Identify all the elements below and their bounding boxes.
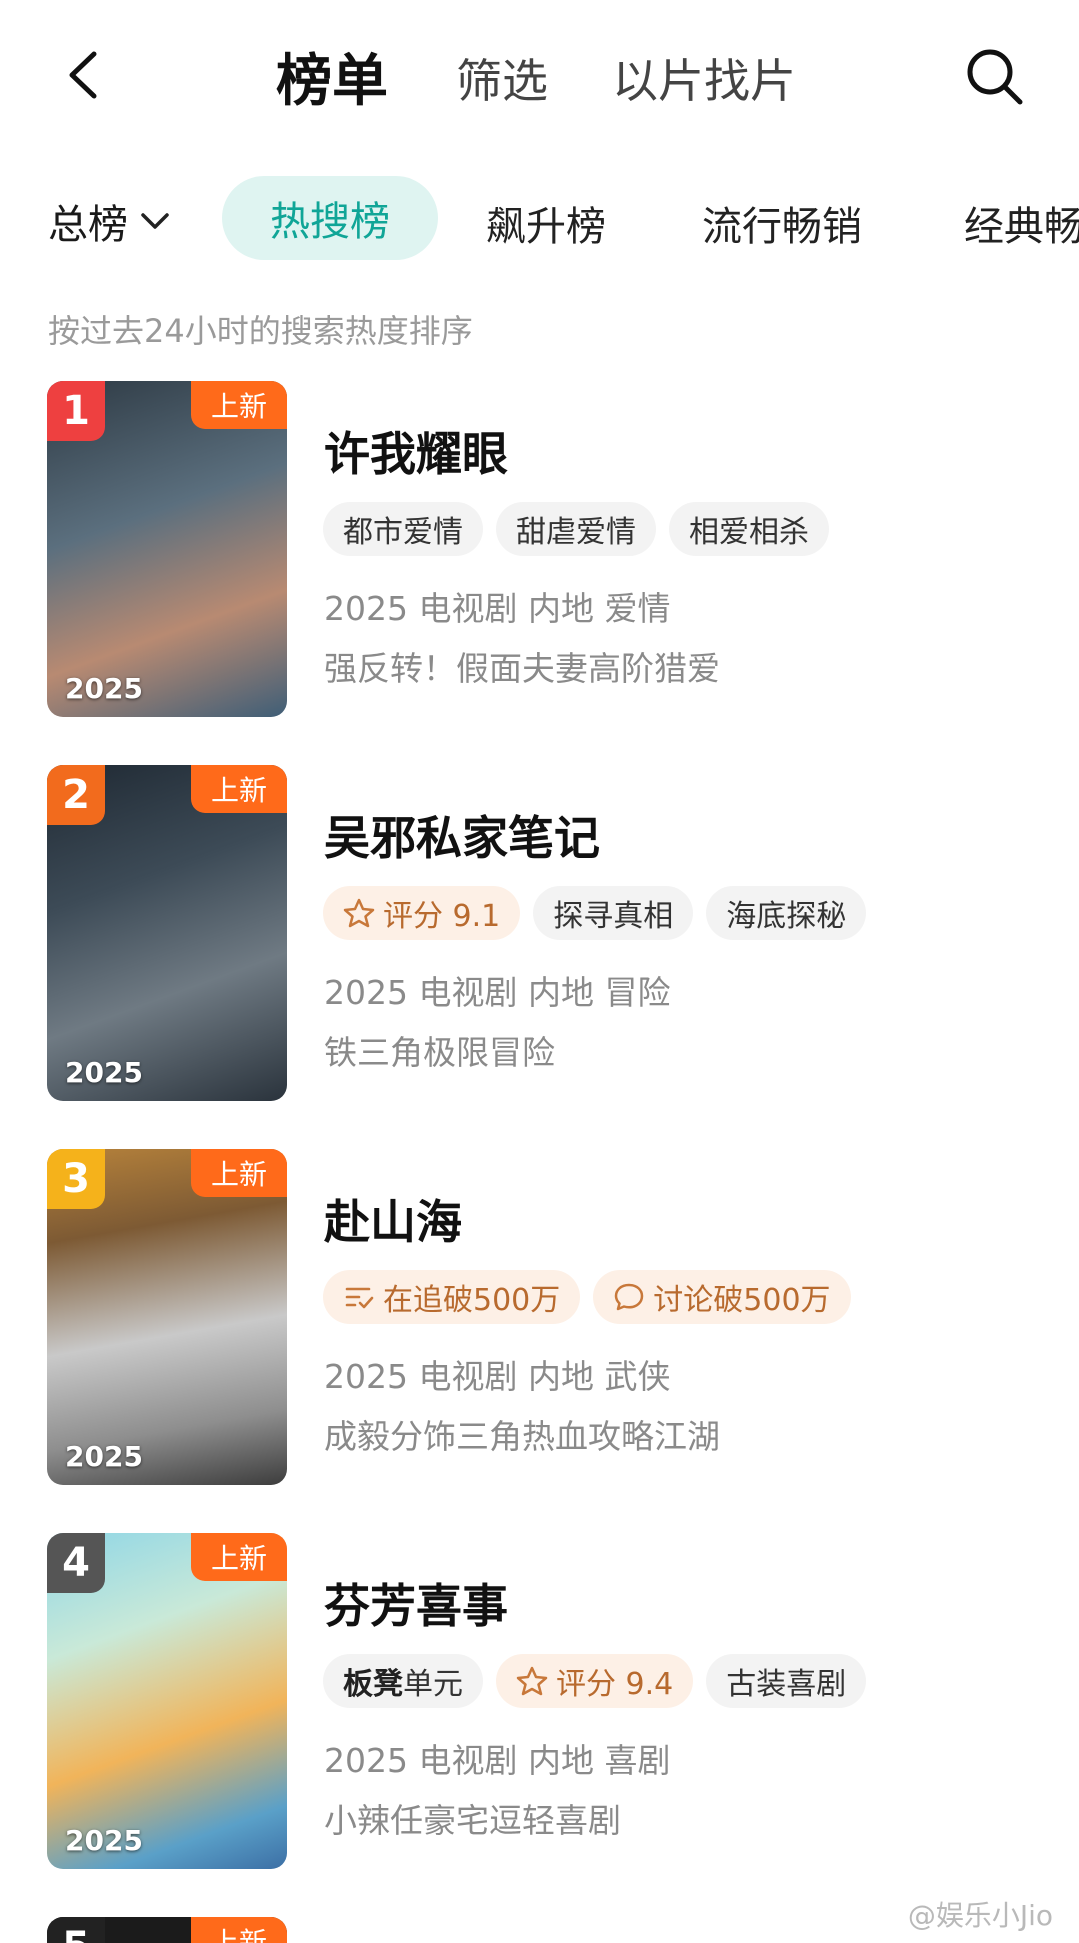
poster-year: 2025 bbox=[65, 1056, 143, 1089]
item-meta: 2025 电视剧 内地 爱情 bbox=[324, 589, 671, 628]
bench-unit-tag[interactable]: 板凳 单元 bbox=[323, 1654, 483, 1708]
back-arrow-icon[interactable] bbox=[60, 50, 110, 100]
search-icon[interactable] bbox=[962, 44, 1028, 110]
tab-find-by-film[interactable]: 以片找片 bbox=[612, 45, 796, 111]
rank-badge: 2 bbox=[47, 765, 105, 825]
total-ranking-dropdown[interactable]: 总榜 bbox=[48, 192, 170, 250]
item-title[interactable]: 芬芳喜事 bbox=[324, 1570, 508, 1636]
score-text: 评分 9.1 bbox=[383, 899, 501, 934]
rank-badge: 3 bbox=[47, 1149, 105, 1209]
item-desc: 铁三角极限冒险 bbox=[324, 1033, 555, 1072]
new-badge: 上新 bbox=[191, 765, 287, 813]
tag-list: 在追破500万 讨论破500万 bbox=[323, 1270, 851, 1324]
watermark: @娱乐小Jio bbox=[907, 1899, 1053, 1932]
total-ranking-label: 总榜 bbox=[48, 202, 128, 248]
discussion-tag[interactable]: 讨论破500万 bbox=[593, 1270, 851, 1324]
tag-list: 都市爱情 甜虐爱情 相爱相杀 bbox=[323, 502, 829, 556]
rank-badge: 5 bbox=[47, 1917, 105, 1943]
score-text: 评分 9.4 bbox=[556, 1667, 674, 1702]
category-rising[interactable]: 飙升榜 bbox=[486, 194, 606, 252]
chat-bubble-icon bbox=[615, 1283, 644, 1311]
following-tag[interactable]: 在追破500万 bbox=[323, 1270, 581, 1324]
category-popular[interactable]: 流行畅销 bbox=[702, 194, 862, 252]
following-text: 在追破500万 bbox=[383, 1283, 561, 1318]
tag-list: 评分 9.1 探寻真相 海底探秘 bbox=[323, 886, 867, 940]
item-title[interactable]: 吴邪私家笔记 bbox=[324, 802, 600, 868]
poster-year: 2025 bbox=[65, 1824, 143, 1857]
category-classic[interactable]: 经典畅 bbox=[964, 194, 1079, 252]
score-tag[interactable]: 评分 9.1 bbox=[323, 886, 521, 940]
tag[interactable]: 相爱相杀 bbox=[669, 502, 829, 556]
bench-unit-label: 单元 bbox=[403, 1667, 463, 1702]
item-meta: 2025 电视剧 内地 武侠 bbox=[324, 1357, 671, 1396]
new-badge: 上新 bbox=[191, 1149, 287, 1197]
rank-badge: 4 bbox=[47, 1533, 105, 1593]
poster-5[interactable]: 5 上新 bbox=[47, 1917, 287, 1943]
new-badge: 上新 bbox=[191, 381, 287, 429]
rank-badge: 1 bbox=[47, 381, 105, 441]
poster-year: 2025 bbox=[65, 672, 143, 705]
new-badge: 上新 bbox=[191, 1533, 287, 1581]
category-hot-search[interactable]: 热搜榜 bbox=[222, 176, 438, 260]
item-meta: 2025 电视剧 内地 冒险 bbox=[324, 973, 671, 1012]
tag[interactable]: 甜虐爱情 bbox=[496, 502, 656, 556]
item-desc: 成毅分饰三角热血攻略江湖 bbox=[324, 1417, 720, 1456]
tag[interactable]: 古装喜剧 bbox=[706, 1654, 867, 1708]
sort-hint: 按过去24小时的搜索热度排序 bbox=[48, 312, 473, 350]
item-desc: 强反转！假面夫妻高阶猎爱 bbox=[324, 649, 720, 688]
tab-ranking[interactable]: 榜单 bbox=[276, 36, 388, 117]
chevron-down-icon bbox=[141, 213, 169, 229]
tab-filter[interactable]: 筛选 bbox=[456, 45, 548, 111]
poster-3[interactable]: 3 上新 2025 bbox=[47, 1149, 287, 1485]
poster-4[interactable]: 4 上新 2025 bbox=[47, 1533, 287, 1869]
follow-list-icon bbox=[345, 1287, 374, 1309]
discussion-text: 讨论破500万 bbox=[653, 1283, 831, 1318]
item-title[interactable]: 许我耀眼 bbox=[324, 418, 508, 484]
tag-list: 板凳 单元 评分 9.4 古装喜剧 bbox=[323, 1654, 867, 1708]
tag[interactable]: 都市爱情 bbox=[323, 502, 483, 556]
bench-brand-label: 板凳 bbox=[343, 1667, 403, 1702]
tag[interactable]: 海底探秘 bbox=[706, 886, 867, 940]
score-tag[interactable]: 评分 9.4 bbox=[496, 1654, 694, 1708]
poster-year: 2025 bbox=[65, 1440, 143, 1473]
star-icon bbox=[516, 1666, 548, 1696]
item-title[interactable]: 赴山海 bbox=[324, 1186, 462, 1252]
poster-1[interactable]: 1 上新 2025 bbox=[47, 381, 287, 717]
new-badge: 上新 bbox=[191, 1917, 287, 1943]
star-icon bbox=[343, 898, 375, 928]
tag[interactable]: 探寻真相 bbox=[533, 886, 694, 940]
item-desc: 小辣任豪宅逗轻喜剧 bbox=[324, 1801, 621, 1840]
item-meta: 2025 电视剧 内地 喜剧 bbox=[324, 1741, 671, 1780]
poster-2[interactable]: 2 上新 2025 bbox=[47, 765, 287, 1101]
